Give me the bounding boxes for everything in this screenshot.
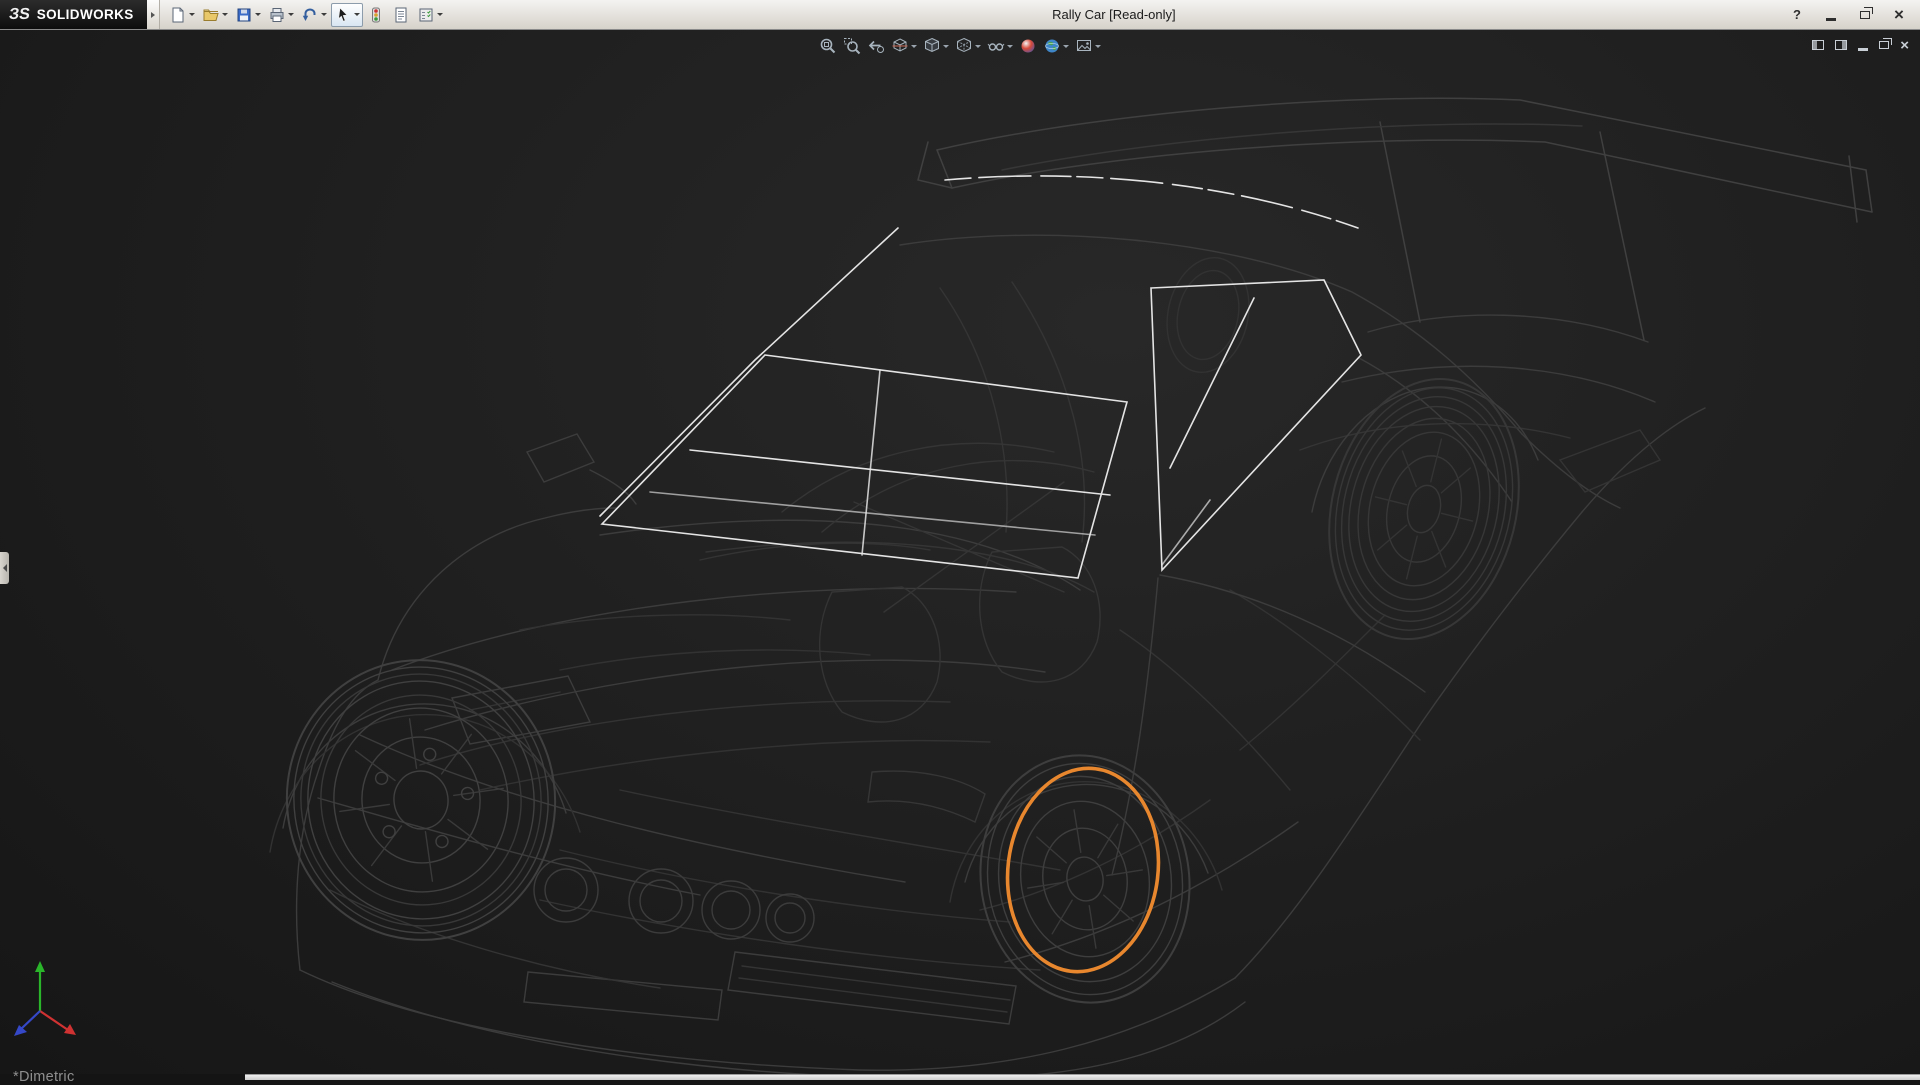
dropdown-caret-icon[interactable] [1095, 45, 1101, 48]
zoom-to-area-button[interactable] [841, 35, 863, 57]
selection-highlight-ellipse [996, 760, 1170, 981]
document-window-controls: × [1812, 38, 1909, 52]
document-restore-button[interactable] [1879, 38, 1889, 52]
solidworks-window: { "app": { "brand": "SOLIDWORKS", "brand… [0, 0, 1920, 1080]
model-scene[interactable] [0, 30, 1920, 1074]
document-restore-icon [1879, 41, 1889, 49]
expander-arrow-icon [151, 12, 155, 18]
edit-appearance-button[interactable] [1017, 35, 1039, 57]
solidworks-logo-mark-icon: ЗS [8, 6, 31, 24]
document-minimize-button[interactable] [1858, 38, 1868, 52]
close-icon: × [1894, 6, 1904, 23]
show-right-pane-button[interactable] [1835, 38, 1847, 52]
document-minimize-icon [1858, 48, 1868, 51]
select-cursor-icon [334, 6, 352, 24]
heads-up-view-toolbar [817, 35, 1103, 57]
window-controls: ? × [1776, 0, 1920, 29]
dropdown-caret-icon[interactable] [222, 13, 228, 16]
dropdown-caret-icon[interactable] [943, 45, 949, 48]
dropdown-caret-icon[interactable] [288, 13, 294, 16]
open-button[interactable] [199, 3, 231, 27]
file-properties-icon [392, 6, 410, 24]
section-view-button[interactable] [889, 35, 919, 57]
print-button[interactable] [265, 3, 297, 27]
view-settings-button[interactable] [1073, 35, 1103, 57]
section-view-icon [891, 37, 909, 55]
solidworks-logo: ЗS SOLIDWORKS [0, 0, 147, 29]
display-style-button[interactable] [953, 35, 983, 57]
taskbar-edge-strip [245, 1074, 1920, 1080]
new-document-icon [169, 6, 187, 24]
hide-show-items-icon [987, 37, 1005, 55]
left-pane-icon [1812, 40, 1824, 50]
rear-right-wheel[interactable] [1303, 359, 1545, 660]
zoom-to-area-icon [843, 37, 861, 55]
options-icon [417, 6, 435, 24]
select-button[interactable] [331, 3, 363, 27]
open-icon [202, 6, 220, 24]
previous-view-button[interactable] [865, 35, 887, 57]
help-button[interactable]: ? [1788, 6, 1806, 24]
main-toolbar [160, 0, 452, 29]
dropdown-caret-icon[interactable] [1007, 45, 1013, 48]
rear-wing[interactable] [918, 98, 1872, 340]
window-title: Rally Car [Read-only] [452, 7, 1776, 22]
view-settings-icon [1075, 37, 1093, 55]
new-document-button[interactable] [166, 3, 198, 27]
view-orientation-button[interactable] [921, 35, 951, 57]
view-orientation-cube-icon [923, 37, 941, 55]
collapse-arrow-icon [3, 564, 7, 572]
dropdown-caret-icon[interactable] [321, 13, 327, 16]
triad-axes-icon [6, 953, 88, 1049]
hide-show-items-button[interactable] [985, 35, 1015, 57]
previous-view-icon [867, 37, 885, 55]
display-style-icon [955, 37, 973, 55]
apply-scene-button[interactable] [1041, 35, 1071, 57]
dropdown-caret-icon[interactable] [255, 13, 261, 16]
document-close-icon: × [1900, 38, 1909, 53]
menu-expander-tab[interactable] [147, 0, 160, 29]
dropdown-caret-icon[interactable] [354, 13, 360, 16]
reference-triad [6, 953, 88, 1054]
dropdown-caret-icon[interactable] [1063, 45, 1069, 48]
show-left-pane-button[interactable] [1812, 38, 1824, 52]
dropdown-caret-icon[interactable] [911, 45, 917, 48]
undo-button[interactable] [298, 3, 330, 27]
car-wireframe[interactable] [269, 98, 1872, 1074]
options-button[interactable] [414, 3, 446, 27]
save-icon [235, 6, 253, 24]
front-left-wheel[interactable] [269, 643, 573, 958]
edit-appearance-icon [1019, 37, 1037, 55]
dropdown-caret-icon[interactable] [975, 45, 981, 48]
solidworks-brand-text: SOLIDWORKS [37, 7, 134, 22]
restore-icon [1860, 11, 1870, 19]
graphics-viewport[interactable]: × [0, 30, 1920, 1074]
close-button[interactable]: × [1890, 6, 1908, 24]
titlebar: ЗS SOLIDWORKS [0, 0, 1920, 30]
save-button[interactable] [232, 3, 264, 27]
dropdown-caret-icon[interactable] [189, 13, 195, 16]
apply-scene-globe-icon [1043, 37, 1061, 55]
zoom-to-fit-button[interactable] [817, 35, 839, 57]
rear-left-wheel [1157, 250, 1259, 380]
view-orientation-label: *Dimetric [13, 1069, 75, 1085]
minimize-icon [1826, 18, 1836, 21]
rebuild-button[interactable] [364, 3, 388, 27]
interior-wireframe [706, 282, 1100, 722]
restore-button[interactable] [1856, 6, 1874, 24]
right-pane-icon [1835, 40, 1847, 50]
zoom-to-fit-icon [819, 37, 837, 55]
undo-icon [301, 6, 319, 24]
feature-panel-collapse-tab[interactable] [0, 552, 9, 584]
document-close-button[interactable]: × [1900, 38, 1909, 52]
file-properties-button[interactable] [389, 3, 413, 27]
rebuild-icon [367, 6, 385, 24]
dropdown-caret-icon[interactable] [437, 13, 443, 16]
minimize-button[interactable] [1822, 6, 1840, 24]
print-icon [268, 6, 286, 24]
help-icon: ? [1793, 7, 1801, 22]
